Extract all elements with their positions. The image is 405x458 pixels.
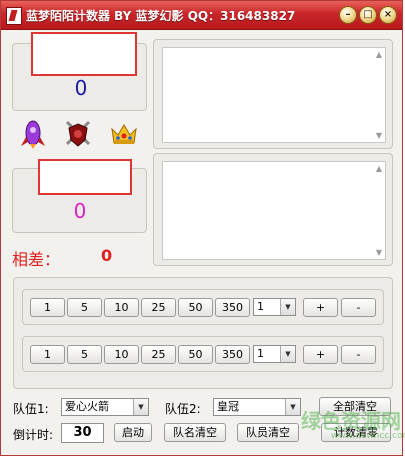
scroll-up-icon[interactable]: ▲	[376, 164, 382, 173]
countdown-input[interactable]: 30	[61, 423, 104, 443]
team1-add-1-button[interactable]: 1	[30, 298, 65, 317]
minimize-button[interactable]: –	[339, 6, 357, 24]
counter-group: 1 5 10 25 50 350 1 ▼ + - 1 5 10 25 50 35…	[13, 277, 393, 389]
team2-highlight-box	[38, 159, 132, 195]
team1-list-panel: ▲ ▼	[153, 39, 393, 149]
team1-gift-value: 爱心火箭	[65, 400, 109, 413]
team1-gift-select[interactable]: 爱心火箭 ▼	[61, 398, 149, 416]
team1-select-label: 队伍1:	[13, 402, 49, 416]
team2-score: 0	[73, 199, 87, 223]
team1-plus-button[interactable]: +	[303, 298, 338, 317]
scroll-up-icon[interactable]: ▲	[376, 50, 382, 59]
team1-score: 0	[74, 76, 88, 100]
team1-add-25-button[interactable]: 25	[141, 298, 176, 317]
close-button[interactable]: ×	[379, 6, 397, 24]
team2-list-panel: ▲ ▼	[153, 153, 393, 266]
team2-add-350-button[interactable]: 350	[215, 345, 250, 364]
watermark-text: 绿色资源网	[301, 409, 401, 433]
team1-step-value: 1	[257, 300, 264, 313]
team1-add-5-button[interactable]: 5	[67, 298, 102, 317]
scroll-down-icon[interactable]: ▼	[376, 131, 382, 140]
difference-label: 相差：	[12, 250, 61, 269]
team1-counter-row: 1 5 10 25 50 350 1 ▼ + -	[22, 289, 384, 325]
chevron-down-icon[interactable]: ▼	[280, 346, 295, 362]
difference-value: 0	[101, 246, 113, 265]
team2-add-25-button[interactable]: 25	[141, 345, 176, 364]
team1-step-select[interactable]: 1 ▼	[253, 298, 296, 316]
chevron-down-icon[interactable]: ▼	[280, 299, 295, 315]
team2-add-1-button[interactable]: 1	[30, 345, 65, 364]
start-button[interactable]: 启动	[114, 423, 152, 442]
team2-step-value: 1	[257, 347, 264, 360]
scroll-down-icon[interactable]: ▼	[376, 248, 382, 257]
maximize-button[interactable]: □	[359, 6, 377, 24]
app-logo-icon	[6, 7, 22, 25]
title-bar[interactable]: 蓝梦陌陌计数器 BY 蓝梦幻影 QQ：316483827 – □ ×	[1, 1, 402, 30]
team2-counter-row: 1 5 10 25 50 350 1 ▼ + -	[22, 336, 384, 372]
countdown-label: 倒计时:	[13, 428, 54, 442]
team2-member-list[interactable]: ▲ ▼	[162, 161, 386, 260]
team2-plus-button[interactable]: +	[303, 345, 338, 364]
team2-add-50-button[interactable]: 50	[178, 345, 213, 364]
team2-add-10-button[interactable]: 10	[104, 345, 139, 364]
team2-gift-select[interactable]: 皇冠 ▼	[213, 398, 301, 416]
clear-team-members-button[interactable]: 队员清空	[237, 423, 299, 442]
team2-select-label: 队伍2:	[165, 402, 201, 416]
team1-highlight-box	[31, 32, 137, 76]
team2-minus-button[interactable]: -	[341, 345, 376, 364]
team2-add-5-button[interactable]: 5	[67, 345, 102, 364]
crown-icon[interactable]	[109, 119, 139, 149]
team2-score-panel: 0	[12, 159, 147, 233]
rocket-icon[interactable]	[19, 119, 47, 149]
chevron-down-icon[interactable]: ▼	[285, 399, 300, 415]
team2-step-select[interactable]: 1 ▼	[253, 345, 296, 363]
watermark-url: www.downcc.com	[331, 431, 405, 441]
window-title: 蓝梦陌陌计数器 BY 蓝梦幻影 QQ：316483827	[26, 9, 296, 23]
team1-add-350-button[interactable]: 350	[215, 298, 250, 317]
clear-team-names-button[interactable]: 队名清空	[164, 423, 226, 442]
team1-add-50-button[interactable]: 50	[178, 298, 213, 317]
chevron-down-icon[interactable]: ▼	[133, 399, 148, 415]
team2-gift-value: 皇冠	[217, 400, 239, 413]
team1-add-10-button[interactable]: 10	[104, 298, 139, 317]
team1-minus-button[interactable]: -	[341, 298, 376, 317]
team1-member-list[interactable]: ▲ ▼	[162, 47, 386, 143]
team1-score-panel: 0	[12, 32, 147, 111]
shield-swords-icon[interactable]	[64, 119, 92, 149]
app-window: 蓝梦陌陌计数器 BY 蓝梦幻影 QQ：316483827 – □ × 0 ▲ ▼	[0, 0, 405, 456]
